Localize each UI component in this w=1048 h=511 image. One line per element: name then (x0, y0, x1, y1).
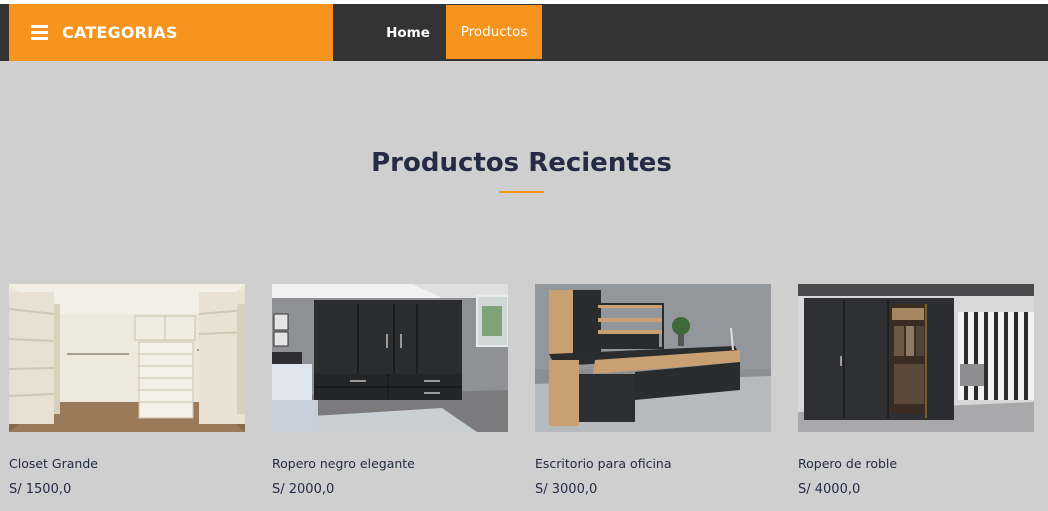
product-card[interactable]: Escritorio para oficina S/ 3000,0 (535, 284, 771, 497)
nav-link-home[interactable]: Home (374, 4, 442, 61)
nav-links: Home Productos (374, 4, 542, 61)
product-price: S/ 2000,0 (272, 482, 335, 497)
product-name[interactable]: Escritorio para oficina (535, 456, 771, 471)
hamburger-menu-icon (31, 25, 48, 40)
categories-label: CATEGORIAS (62, 23, 178, 42)
product-name[interactable]: Ropero de roble (798, 456, 1034, 471)
nav-link-productos[interactable]: Productos (446, 5, 542, 59)
product-card[interactable]: Closet Grande S/ 1500,0 (9, 284, 245, 497)
product-price: S/ 1500,0 (9, 482, 72, 497)
section-title: Productos Recientes (371, 148, 672, 178)
product-image-wardrobe-black[interactable] (272, 284, 508, 432)
product-image-closet[interactable] (9, 284, 245, 432)
product-image-wardrobe-oak[interactable] (798, 284, 1034, 432)
title-underline (499, 191, 544, 193)
product-price: S/ 3000,0 (535, 482, 598, 497)
product-name[interactable]: Closet Grande (9, 456, 245, 471)
product-price: S/ 4000,0 (798, 482, 861, 497)
product-card[interactable]: Ropero de roble S/ 4000,0 (798, 284, 1034, 497)
product-image-office-desk[interactable] (535, 284, 771, 432)
product-name[interactable]: Ropero negro elegante (272, 456, 508, 471)
product-card[interactable]: Ropero negro elegante S/ 2000,0 (272, 284, 508, 497)
navbar: CATEGORIAS Home Productos (0, 4, 1048, 61)
categories-button[interactable]: CATEGORIAS (9, 4, 333, 61)
